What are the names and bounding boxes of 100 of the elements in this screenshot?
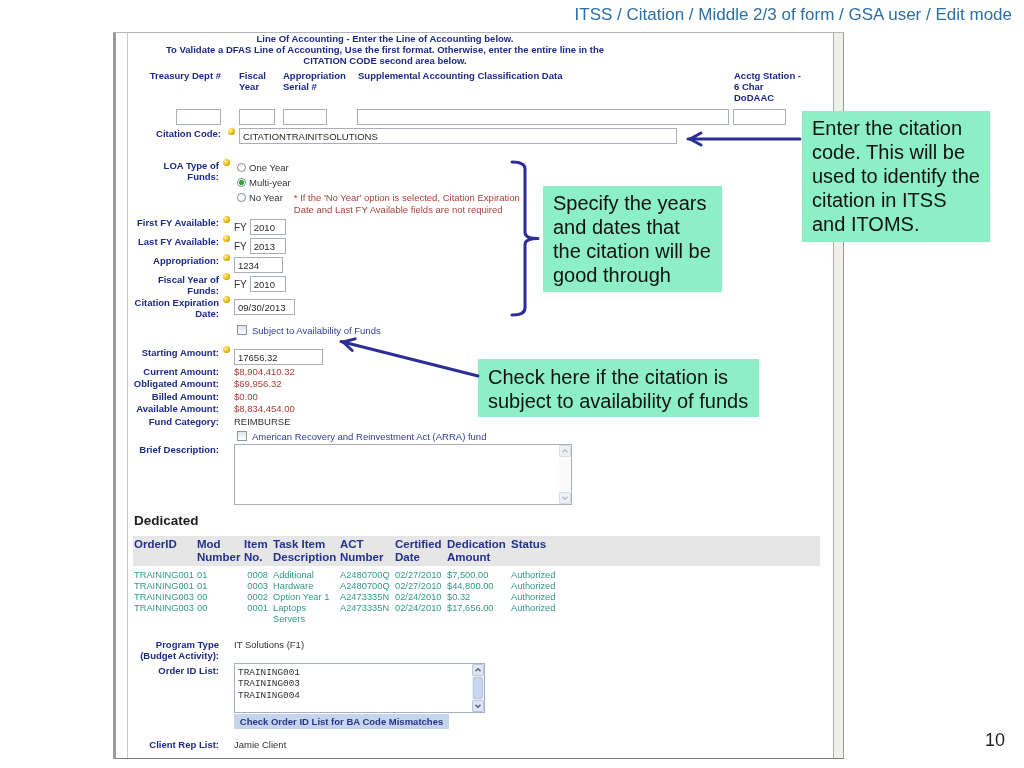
prefix-label: FY <box>234 240 247 252</box>
breadcrumb-title: ITSS / Citation / Middle 2/3 of form / GSA user / Edit mode <box>573 4 1013 26</box>
table-cell-text: 0002 <box>246 591 269 603</box>
checkbox-option[interactable]: Subject to Availability of Funds <box>234 324 381 336</box>
table-cell-text: TRAINING001 <box>133 580 195 592</box>
field-label: Billed Amount: <box>150 390 219 404</box>
scrollbar[interactable] <box>472 664 484 713</box>
instructions-text: To Validate a DFAS Line of Accounting, Use the first format. Otherwise, enter the entire line in the CITATION CODE second area below. <box>164 44 606 66</box>
column-header: Dedication Amount <box>446 538 507 565</box>
table-cell-text: Additional <box>272 569 315 581</box>
field-label: Fund Category: <box>147 415 219 429</box>
amount-value: $8,834,454.00 <box>234 403 295 416</box>
field-label: Client Rep List: <box>148 738 219 750</box>
column-header: Mod Number <box>196 538 242 565</box>
input-field[interactable]: 1234 <box>234 257 283 273</box>
column-label: Acctg Station - 6 Char DoDAAC <box>734 70 802 103</box>
column-label: Supplemental Accounting Classification Data <box>358 70 563 81</box>
radio-option[interactable]: One Year <box>234 160 289 175</box>
field-label: Program Type (Budget Activity): <box>139 638 219 661</box>
table-cell-text: TRAINING003 <box>133 591 195 603</box>
input-field[interactable]: 17656.32 <box>234 349 323 365</box>
order-id-list-field[interactable]: TRAINING001 TRAINING003 TRAINING004 <box>234 663 485 714</box>
field-value: REIMBURSE <box>234 415 291 429</box>
input-field[interactable] <box>283 109 327 125</box>
chevron-up-icon[interactable] <box>472 664 484 677</box>
table-cell-text: TRAINING001 <box>133 569 195 581</box>
scrollbar-thumb[interactable] <box>473 677 483 700</box>
column-label: Fiscal Year <box>239 70 266 92</box>
field-label: Obligated Amount: <box>132 378 219 391</box>
field-label: Citation Code: <box>155 128 221 139</box>
field-label: Appropriation: <box>152 255 219 266</box>
table-cell-text: 02/27/2010 <box>394 580 443 592</box>
radio-option[interactable]: Multi-year <box>234 175 291 190</box>
radio-icon[interactable] <box>237 193 246 202</box>
check-mismatches-button[interactable]: Check Order ID List for BA Code Mismatches <box>234 714 449 730</box>
radio-icon[interactable] <box>237 178 246 187</box>
field-value: Jamie Client <box>234 738 287 750</box>
table-cell-text: 01 <box>196 580 209 592</box>
citation-code-field[interactable]: CITATIONTRAINITSOLUTIONS <box>239 128 677 144</box>
date-field[interactable]: 09/30/2013 <box>234 299 295 315</box>
input-field[interactable] <box>733 109 786 125</box>
column-header: Status <box>510 538 548 553</box>
field-label: Starting Amount: <box>140 347 219 358</box>
column-header: Task Item Description <box>272 538 338 565</box>
table-cell-text: 00 <box>196 591 209 603</box>
table-cell-text: A2473335N <box>339 602 391 615</box>
page-number: 10 <box>984 729 1005 751</box>
column-header: ACT Number <box>339 538 385 565</box>
chevron-down-icon[interactable] <box>559 492 571 505</box>
table-cell-text: A2480700Q <box>339 569 391 581</box>
table-cell-text: 0001 <box>246 602 269 615</box>
table-cell-text: 0008 <box>246 569 269 581</box>
year-field[interactable]: 2010 <box>249 276 286 292</box>
table-cell-text: $0.32 <box>446 591 472 603</box>
field-label: Available Amount: <box>135 403 219 416</box>
field-label: Citation Expiration Date: <box>133 297 219 319</box>
section-title: Dedicated <box>134 512 200 531</box>
year-field[interactable]: 2013 <box>249 238 286 254</box>
callout: Check here if the citation is subject to availability of funds <box>478 359 759 417</box>
checkbox-icon[interactable] <box>237 325 247 335</box>
table-cell-text: Hardware <box>272 580 315 592</box>
field-label: Last FY Available: <box>137 236 219 247</box>
chevron-down-icon[interactable] <box>472 700 484 713</box>
amount-value: $8,904,410.32 <box>234 366 295 379</box>
column-header: OrderID <box>133 538 178 553</box>
table-cell-text: 02/24/2010 <box>394 602 443 615</box>
table-cell-text: $17,656.00 <box>446 602 495 615</box>
table-cell-text: 0003 <box>246 580 269 592</box>
checkbox-option[interactable]: American Recovery and Reinvestment Act (ARRA) fund <box>234 430 487 442</box>
table-cell-text: 02/27/2010 <box>394 569 443 581</box>
radio-option[interactable]: No Year <box>234 190 283 205</box>
section-title: Line Of Accounting - Enter the Line of Accounting below. <box>255 33 515 44</box>
prefix-label: FY <box>234 221 247 233</box>
table-cell-text: Authorized <box>510 569 557 581</box>
input-field[interactable] <box>357 109 729 125</box>
column-header: Certified Date <box>394 538 443 565</box>
radio-icon[interactable] <box>237 163 246 172</box>
input-field[interactable] <box>176 109 221 125</box>
table-cell-text: 02/24/2010 <box>394 591 443 603</box>
column-label: Appropriation Serial # <box>283 70 346 92</box>
note-text: * If the 'No Year' option is selected, Citation Expiration Date and Last FY Available fields are not required <box>293 191 521 216</box>
callout: Enter the citation code. This will be used to identify the citation in ITSS and ITOMS. <box>802 111 990 242</box>
scrollbar[interactable] <box>559 445 571 505</box>
field-label: Current Amount: <box>142 366 219 379</box>
column-label: Treasury Dept # <box>149 70 221 81</box>
table-cell-text: Authorized <box>510 602 557 615</box>
table-cell-text: 01 <box>196 569 209 581</box>
column-header: Item No. <box>243 538 269 565</box>
table-cell-text: Authorized <box>510 591 557 603</box>
field-label: Brief Description: <box>138 444 219 456</box>
input-field[interactable] <box>239 109 275 125</box>
description-field[interactable] <box>234 444 572 506</box>
field-label: Fiscal Year of Funds: <box>156 274 219 296</box>
checkbox-icon[interactable] <box>237 431 247 442</box>
table-cell-text: A2473335N <box>339 591 391 603</box>
table-cell-text: Authorized <box>510 580 557 592</box>
prefix-label: FY <box>234 278 247 290</box>
year-field[interactable]: 2010 <box>249 219 286 235</box>
table-cell-text: TRAINING003 <box>133 602 195 615</box>
field-value: IT Solutions (F1) <box>234 638 305 650</box>
